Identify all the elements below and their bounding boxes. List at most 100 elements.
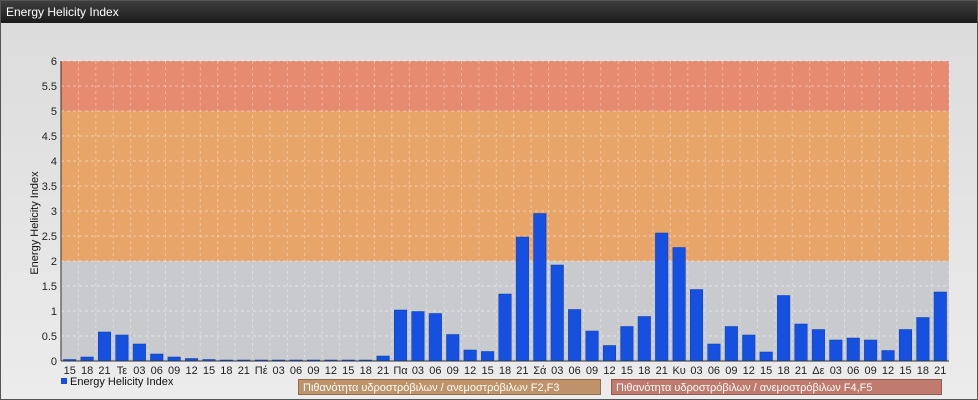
bar <box>724 326 738 362</box>
y-tick-label: 1.5 <box>42 281 57 293</box>
bar <box>655 232 669 362</box>
y-tick-label: 6 <box>51 56 57 68</box>
bar <box>620 326 634 362</box>
x-tick-label: 18 <box>917 365 929 377</box>
x-tick-label: 18 <box>499 365 511 377</box>
bar <box>637 316 651 362</box>
legend: Energy Helicity Index <box>61 376 173 388</box>
y-tick-label: 5.5 <box>42 81 57 93</box>
x-tick-label: 09 <box>307 365 319 377</box>
x-tick-label: 06 <box>290 365 302 377</box>
bar <box>98 331 112 362</box>
bar <box>829 339 843 362</box>
x-tick-label: 09 <box>586 365 598 377</box>
x-tick-label: Δε <box>812 365 824 377</box>
x-tick-label: 03 <box>412 365 424 377</box>
bar <box>428 313 442 362</box>
x-tick-label: 12 <box>882 365 894 377</box>
bar <box>115 334 129 362</box>
bar <box>568 309 582 362</box>
x-tick-label: 21 <box>516 365 528 377</box>
x-tick-label: 15 <box>760 365 772 377</box>
bar <box>794 323 808 362</box>
bar <box>80 356 94 362</box>
y-tick-label: 1 <box>51 306 57 318</box>
bar <box>150 353 164 362</box>
x-tick-label: 15 <box>203 365 215 377</box>
chart-area: 0 0.5 1 1.5 2 2.5 3 3.5 4 4.5 5 5.5 6 15 18 21 Τε 03 06 09… <box>1 23 977 399</box>
x-tick-labels: 15 18 21 Τε 03 06 09 12 15 18 21 Πέ 03 06 09 12 15 18 21 Πα… <box>64 365 947 377</box>
bar <box>933 291 947 362</box>
bar <box>777 295 791 362</box>
bar <box>463 349 477 362</box>
bar <box>394 309 408 362</box>
y-tick-label: 4 <box>51 156 57 168</box>
y-tick-label: 2 <box>51 256 57 268</box>
x-tick-label: 15 <box>899 365 911 377</box>
bar <box>916 317 930 362</box>
y-tick-label: 3 <box>51 206 57 218</box>
x-tick-label: 21 <box>377 365 389 377</box>
bar <box>498 293 512 362</box>
legend-swatch <box>61 378 67 384</box>
x-tick-label: 06 <box>847 365 859 377</box>
y-tick-label: 2.5 <box>42 231 57 243</box>
y-tick-label: 0 <box>51 356 57 368</box>
x-tick-label: 06 <box>569 365 581 377</box>
bar <box>707 343 721 362</box>
x-tick-label: Κυ <box>672 365 685 377</box>
bar <box>742 334 756 362</box>
x-tick-label: 09 <box>447 365 459 377</box>
bar <box>446 334 460 362</box>
x-tick-label: 21 <box>238 365 250 377</box>
chart-panel: Energy Helicity Index 0 0.5 1 1.5 2 2.5 3 3.5 4 4… <box>0 0 978 400</box>
x-tick-label: 09 <box>725 365 737 377</box>
x-tick-label: 21 <box>656 365 668 377</box>
x-tick-label: 15 <box>342 365 354 377</box>
x-tick-label: 21 <box>795 365 807 377</box>
bar <box>881 350 895 362</box>
y-tick-label: 5 <box>51 106 57 118</box>
x-tick-label: 06 <box>708 365 720 377</box>
bar <box>515 236 529 362</box>
bar <box>898 329 912 362</box>
bar <box>550 264 564 362</box>
x-tick-label: 12 <box>185 365 197 377</box>
x-tick-label: 12 <box>603 365 615 377</box>
bar <box>132 343 146 362</box>
x-tick-label: 09 <box>865 365 877 377</box>
x-tick-label: 06 <box>429 365 441 377</box>
panel-title: Energy Helicity Index <box>1 1 977 23</box>
bar <box>690 289 704 362</box>
x-tick-label: 12 <box>743 365 755 377</box>
y-tick-label: 3.5 <box>42 181 57 193</box>
x-tick-label: 18 <box>638 365 650 377</box>
x-tick-label: 12 <box>464 365 476 377</box>
y-tick-label: 0.5 <box>42 331 57 343</box>
bar <box>864 339 878 362</box>
bar <box>533 213 547 362</box>
bar <box>602 345 616 362</box>
y-tick-label: 4.5 <box>42 131 57 143</box>
bar <box>411 311 425 362</box>
bar <box>481 351 495 362</box>
x-tick-label: 15 <box>621 365 633 377</box>
zone-label-f2-f3: Πιθανότητα υδροστρόβιλων / ανεμοστρόβιλω… <box>298 379 601 395</box>
zone-label-f4-f5: Πιθανότητα υδροστρόβιλων / ανεμοστρόβιλω… <box>611 379 942 395</box>
x-tick-label: 03 <box>690 365 702 377</box>
x-tick-label: 21 <box>934 365 946 377</box>
x-tick-label: Πέ <box>255 365 268 377</box>
bar <box>376 355 390 362</box>
x-tick-label: 03 <box>830 365 842 377</box>
x-tick-label: 03 <box>273 365 285 377</box>
bar <box>846 337 860 362</box>
x-tick-label: 18 <box>220 365 232 377</box>
x-tick-label: 12 <box>325 365 337 377</box>
y-tick-labels: 0 0.5 1 1.5 2 2.5 3 3.5 4 4.5 5 5.5 6 <box>42 56 57 368</box>
x-tick-label: 03 <box>551 365 563 377</box>
bar <box>167 356 181 362</box>
bar <box>672 247 686 362</box>
y-axis-label: Energy Helicity Index <box>29 171 41 275</box>
x-tick-label: 18 <box>777 365 789 377</box>
x-tick-label: Πα <box>393 365 408 377</box>
